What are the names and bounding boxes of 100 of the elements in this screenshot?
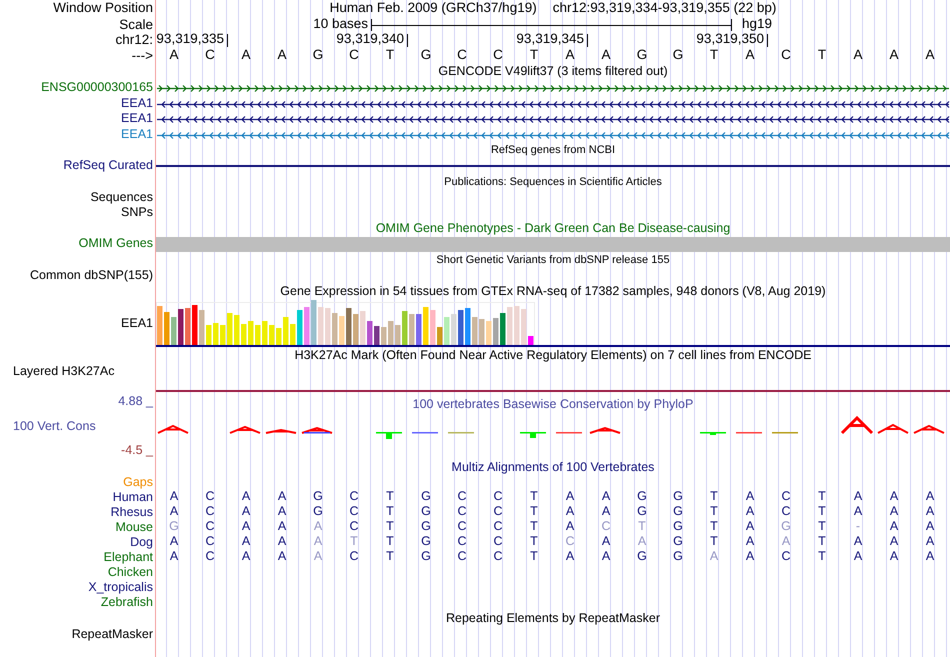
track-label[interactable]: chr12: <box>115 33 153 48</box>
base-letter: C <box>348 505 360 519</box>
base-letter: C <box>600 520 612 534</box>
base-letter: A <box>276 550 288 564</box>
track-title: Short Genetic Variants from dbSNP release 155 <box>436 254 670 266</box>
track-label[interactable]: EEA1 <box>121 128 153 142</box>
track-label[interactable]: Chicken <box>108 566 153 580</box>
base-letter: C <box>456 550 468 564</box>
base-letter: T <box>709 505 719 519</box>
base-letter: T <box>709 490 719 504</box>
coordinate-label: 93,319,345 <box>515 32 584 47</box>
track-label[interactable]: Common dbSNP(155) <box>30 269 153 283</box>
track-label[interactable]: ENSG00000300165 <box>41 81 153 95</box>
base-letter: T <box>816 48 828 63</box>
base-letter: A <box>240 48 252 63</box>
track-title: GENCODE V49lift37 (3 items filtered out) <box>438 65 668 79</box>
track-label[interactable]: Scale <box>119 18 153 32</box>
tick-mark <box>227 34 228 47</box>
track-label[interactable]: Dog <box>130 536 153 550</box>
base-letter: G <box>636 490 648 504</box>
base-letter: T <box>637 520 647 534</box>
base-letter: - <box>854 520 862 534</box>
assembly-label: hg19 <box>742 17 772 32</box>
base-letter: C <box>492 48 504 63</box>
track-label[interactable]: Rhesus <box>110 506 153 520</box>
track-label[interactable]: Elephant <box>104 550 153 564</box>
base-letter: C <box>456 535 468 549</box>
base-letter: C <box>456 520 468 534</box>
base-letter: A <box>168 550 180 564</box>
assembly-name: Human Feb. 2009 (GRCh37/hg19) <box>330 1 537 16</box>
track-label[interactable]: ---> <box>132 48 153 64</box>
base-letter: A <box>600 505 612 519</box>
track-label[interactable]: SNPs <box>121 206 153 220</box>
base-letter: G <box>312 48 324 63</box>
base-letter: A <box>240 550 252 564</box>
base-letter: C <box>204 48 216 63</box>
base-letter: A <box>564 490 576 504</box>
base-letter: A <box>276 520 288 534</box>
base-letter: G <box>636 48 648 63</box>
coordinate-label: 93,319,350 <box>695 32 764 47</box>
base-letter: A <box>852 490 864 504</box>
base-letter: G <box>420 535 432 549</box>
track-label[interactable]: EEA1 <box>121 112 153 126</box>
track-label[interactable]: Window Position <box>53 1 153 16</box>
base-letter: T <box>349 535 359 549</box>
track-title: RefSeq genes from NCBI <box>490 144 616 156</box>
gene-model[interactable] <box>156 116 950 124</box>
base-letter: A <box>564 550 576 564</box>
coordinate-label: 93,319,340 <box>335 32 404 47</box>
base-letter: C <box>348 490 360 504</box>
track-label[interactable]: OMIM Genes <box>78 237 153 251</box>
gene-model[interactable] <box>156 84 950 92</box>
track-title: Gene Expression in 54 tissues from GTEx RNA-seq of 17382 samples, 948 donors (V8, Aug 2019) <box>280 285 826 299</box>
base-letter: A <box>276 535 288 549</box>
base-letter: A <box>780 535 792 549</box>
base-letter: C <box>780 48 792 63</box>
base-letter: C <box>492 490 504 504</box>
base-letter: A <box>564 520 576 534</box>
base-letter: G <box>780 520 792 534</box>
track-label[interactable]: EEA1 <box>121 316 153 330</box>
base-letter: A <box>924 48 936 63</box>
base-letter: G <box>312 490 324 504</box>
track-label[interactable]: Sequences <box>90 190 153 204</box>
track-label[interactable]: Mouse <box>115 520 153 534</box>
track-label[interactable]: 100 Vert. Cons <box>0 420 96 434</box>
base-letter: T <box>385 535 395 549</box>
track-title: OMIM Gene Phenotypes - Dark Green Can Be Disease-causing <box>376 222 730 236</box>
track-label[interactable]: EEA1 <box>121 96 153 110</box>
base-letter: C <box>492 535 504 549</box>
base-letter: A <box>924 490 936 504</box>
base-letter: A <box>168 48 180 63</box>
track-label[interactable]: RefSeq Curated <box>63 159 153 173</box>
base-letter: A <box>852 48 864 63</box>
base-letter: A <box>240 535 252 549</box>
base-letter: A <box>888 550 900 564</box>
base-letter: T <box>529 550 539 564</box>
base-letter: A <box>744 505 756 519</box>
base-letter: T <box>709 535 719 549</box>
base-letter: A <box>312 520 324 534</box>
base-letter: G <box>168 520 180 534</box>
track-label[interactable]: X_tropicalis <box>88 580 153 594</box>
axis-label: -4.5 _ <box>121 444 153 458</box>
base-letter: A <box>240 520 252 534</box>
base-letter: G <box>636 505 648 519</box>
track-label[interactable]: Zebrafish <box>100 596 153 610</box>
track-label[interactable]: RepeatMasker <box>72 628 153 642</box>
base-letter: T <box>817 520 827 534</box>
base-letter: T <box>529 505 539 519</box>
base-letter: A <box>276 490 288 504</box>
base-letter: T <box>385 490 395 504</box>
scale-text: 10 bases <box>313 17 368 32</box>
track-label[interactable]: Layered H3K27Ac <box>13 365 114 379</box>
gene-model[interactable] <box>156 100 950 108</box>
base-letter: A <box>600 550 612 564</box>
base-letter: A <box>744 48 756 63</box>
base-letter: G <box>672 505 684 519</box>
base-letter: A <box>888 535 900 549</box>
track-label[interactable]: Human <box>112 490 153 504</box>
base-letter: T <box>529 490 539 504</box>
base-letter: C <box>492 520 504 534</box>
